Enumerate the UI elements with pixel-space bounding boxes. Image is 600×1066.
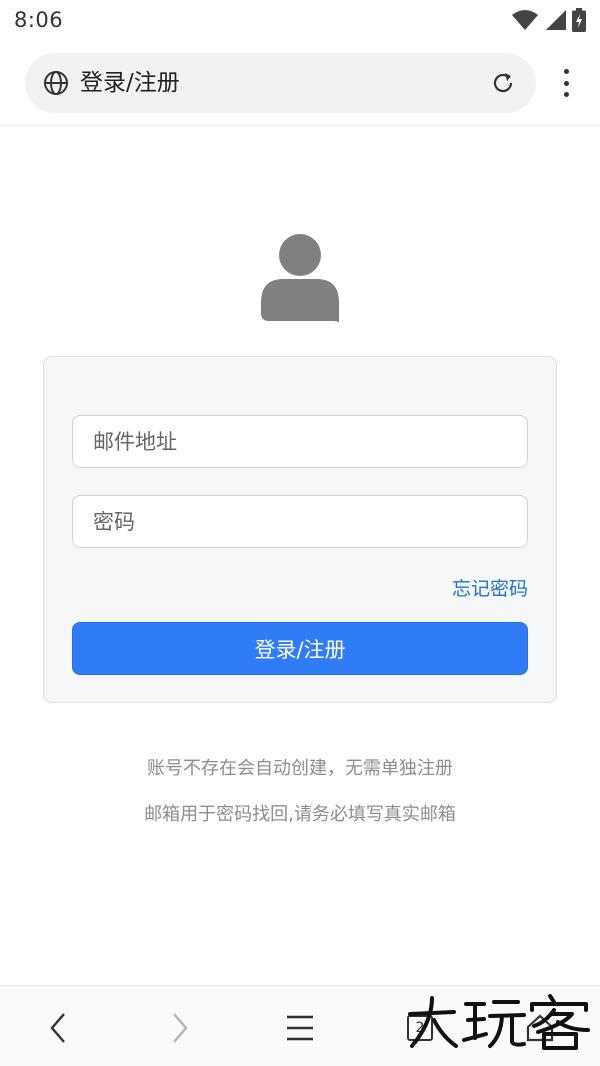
signal-icon <box>546 10 566 30</box>
status-time: 8:06 <box>14 8 64 32</box>
status-icons <box>512 8 586 32</box>
forward-icon <box>173 1013 188 1043</box>
globe-icon <box>44 71 68 95</box>
notice-email-recovery: 邮箱用于密码找回,请务必填写真实邮箱 <box>144 804 456 825</box>
login-register-button[interactable]: 登录/注册 <box>72 622 528 675</box>
password-field[interactable] <box>72 495 528 548</box>
back-button[interactable] <box>38 1008 78 1048</box>
forgot-password-link[interactable]: 忘记密码 <box>452 576 528 602</box>
forward-button[interactable] <box>160 1008 200 1048</box>
address-bar[interactable]: 登录/注册 <box>25 53 536 113</box>
battery-icon <box>572 8 586 32</box>
login-form: 忘记密码 登录/注册 <box>43 356 557 703</box>
browser-toolbar: 登录/注册 <box>0 40 600 126</box>
reload-icon[interactable] <box>490 70 516 96</box>
wifi-icon <box>512 10 538 30</box>
more-vert-icon[interactable] <box>552 67 580 99</box>
hamburger-icon <box>287 1015 313 1041</box>
watermark-logo <box>408 994 590 1050</box>
page-title: 登录/注册 <box>80 70 180 96</box>
email-field[interactable] <box>72 415 528 468</box>
status-bar: 8:06 <box>0 0 600 40</box>
menu-button[interactable] <box>280 1008 320 1048</box>
notice-auto-create: 账号不存在会自动创建，无需单独注册 <box>147 758 453 779</box>
back-icon <box>50 1013 65 1043</box>
user-avatar-icon <box>261 234 339 323</box>
